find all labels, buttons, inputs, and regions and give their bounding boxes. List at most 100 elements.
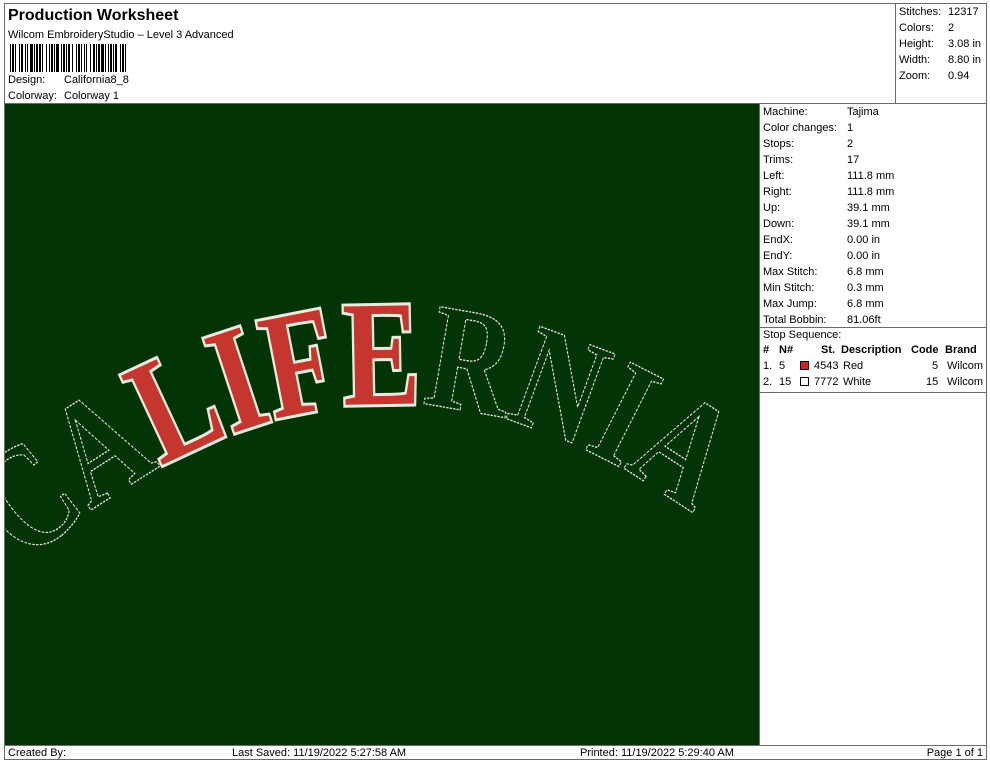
right-row: Right: 111.8 mm (763, 186, 894, 198)
color-changes-label: Color changes: (763, 122, 837, 134)
colorway-value: Colorway 1 (64, 90, 120, 102)
down-row: Down: 39.1 mm (763, 218, 890, 230)
stop-needle: 5 (779, 360, 786, 372)
last-saved: Last Saved: 11/19/2022 5:27:58 AM (232, 747, 407, 759)
summary-box: Stitches: 12317 Colors: 2 Height: 3.08 in W… (895, 4, 987, 104)
col-needle: N# (779, 344, 794, 356)
barcode (10, 44, 196, 72)
max-jump-value: 6.8 mm (847, 298, 884, 310)
color-swatch (800, 361, 809, 370)
zoom-value: 0.94 (948, 70, 970, 82)
col-brand: Brand (945, 344, 977, 356)
machine-info-panel: Machine: Tajima Color changes: 1 Stops: 2 T… (760, 104, 987, 745)
stop-number: 1. (763, 360, 773, 372)
colors-row: Colors: 2 (899, 22, 954, 34)
stop-code: 15 (926, 376, 939, 388)
page-number: Page 1 of 1 (926, 747, 983, 759)
col-description: Description (841, 344, 902, 356)
endx-label: EndX: (763, 234, 793, 246)
stop-number: 2. (763, 376, 773, 388)
color-changes-value: 1 (847, 122, 854, 134)
left-row: Left: 111.8 mm (763, 170, 894, 182)
height-row: Height: 3.08 in (899, 38, 981, 50)
embroidery-design: CALIFERNIA CALIFERNIA (5, 267, 759, 589)
machine-value: Tajima (847, 106, 879, 118)
design-row: Design: California8_8 (8, 74, 129, 86)
stop-brand: Wilcom (947, 376, 984, 388)
trims-row: Trims: 17 (763, 154, 859, 166)
stops-row: Stops: 2 (763, 138, 853, 150)
min-stitch-value: 0.3 mm (847, 282, 884, 294)
colors-label: Colors: (899, 22, 934, 34)
colorway-label: Colorway: (8, 90, 57, 102)
height-value: 3.08 in (948, 38, 982, 50)
col-code: Code (911, 344, 939, 356)
stop-row: 2. 15 7772 White 15 Wilcom (763, 376, 985, 390)
down-value: 39.1 mm (847, 218, 890, 230)
color-changes-row: Color changes: 1 (763, 122, 853, 134)
design-label: Design: (8, 74, 46, 86)
zoom-label: Zoom: (899, 70, 931, 82)
stitches-row: Stitches: 12317 (899, 6, 979, 18)
min-stitch-row: Min Stitch: 0.3 mm (763, 282, 884, 294)
stitches-value: 12317 (948, 6, 979, 18)
up-value: 39.1 mm (847, 202, 890, 214)
width-value: 8.80 in (948, 54, 982, 66)
printed-date: Printed: 11/19/2022 5:29:40 AM (580, 747, 734, 759)
page-title: Production Worksheet (8, 7, 179, 24)
stop-code: 5 (932, 360, 939, 372)
up-row: Up: 39.1 mm (763, 202, 890, 214)
stop-stitches: 4543 (814, 360, 839, 372)
divider (760, 327, 987, 328)
divider (760, 392, 987, 393)
stop-row: 1. 5 4543 Red 5 Wilcom (763, 360, 985, 374)
max-stitch-row: Max Stitch: 6.8 mm (763, 266, 884, 278)
stop-description: White (843, 376, 872, 388)
design-value: California8_8 (64, 74, 129, 86)
stop-sequence-header: # N# St. Description Code Brand (763, 344, 985, 358)
height-label: Height: (899, 38, 934, 50)
color-swatch (800, 377, 809, 386)
stitches-label: Stitches: (899, 6, 942, 18)
stops-label: Stops: (763, 138, 795, 150)
worksheet: Production Worksheet Wilcom EmbroiderySt… (4, 3, 987, 760)
software-name: Wilcom EmbroideryStudio – Level 3 Advanc… (8, 29, 234, 41)
endx-value: 0.00 in (847, 234, 881, 246)
endy-label: EndY: (763, 250, 793, 262)
colors-value: 2 (948, 22, 955, 34)
right-value: 111.8 mm (847, 186, 895, 198)
col-stitches: St. (821, 344, 836, 356)
endx-row: EndX: 0.00 in (763, 234, 880, 246)
machine-label: Machine: (763, 106, 808, 118)
down-label: Down: (763, 218, 795, 230)
zoom-row: Zoom: 0.94 (899, 70, 969, 82)
up-label: Up: (763, 202, 781, 214)
stop-stitches: 7772 (814, 376, 839, 388)
total-bobbin-label: Total Bobbin: (763, 314, 827, 326)
stop-brand: Wilcom (947, 360, 984, 372)
left-label: Left: (763, 170, 785, 182)
width-label: Width: (899, 54, 931, 66)
colorway-row: Colorway: Colorway 1 (8, 90, 119, 102)
stop-sequence-label: Stop Sequence: (763, 329, 842, 341)
endy-row: EndY: 0.00 in (763, 250, 880, 262)
trims-value: 17 (847, 154, 860, 166)
max-jump-label: Max Jump: (763, 298, 817, 310)
created-by: Created By: (8, 747, 67, 759)
total-bobbin-row: Total Bobbin: 81.06ft (763, 314, 881, 326)
endy-value: 0.00 in (847, 250, 881, 262)
left-value: 111.8 mm (847, 170, 895, 182)
total-bobbin-value: 81.06ft (847, 314, 881, 326)
stops-value: 2 (847, 138, 854, 150)
stop-needle: 15 (779, 376, 792, 388)
max-stitch-label: Max Stitch: (763, 266, 818, 278)
max-stitch-value: 6.8 mm (847, 266, 884, 278)
min-stitch-label: Min Stitch: (763, 282, 815, 294)
max-jump-row: Max Jump: 6.8 mm (763, 298, 884, 310)
right-label: Right: (763, 186, 792, 198)
worksheet-header: Production Worksheet Wilcom EmbroiderySt… (5, 4, 895, 104)
trims-label: Trims: (763, 154, 794, 166)
stop-description: Red (843, 360, 864, 372)
col-number: # (763, 344, 770, 356)
design-preview: CALIFERNIA CALIFERNIA (5, 104, 760, 745)
